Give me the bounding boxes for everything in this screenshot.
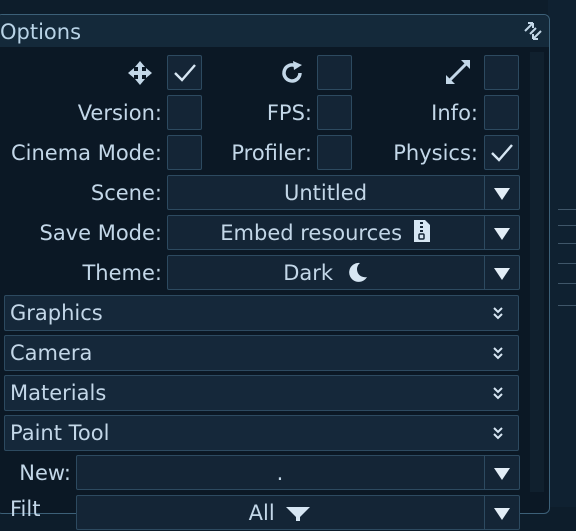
expand-toggle-checkbox[interactable] xyxy=(484,55,519,90)
cinema-mode-checkbox[interactable] xyxy=(167,135,202,170)
zip-file-icon xyxy=(413,220,430,242)
version-label: Version: xyxy=(77,101,162,125)
version-checkbox[interactable] xyxy=(167,95,202,130)
filter-funnel-icon xyxy=(286,507,311,521)
chevron-double-down-icon xyxy=(493,307,503,320)
theme-display: Dark xyxy=(168,256,483,291)
dropdown-arrow-icon xyxy=(484,256,519,289)
dropdown-arrow-icon xyxy=(484,456,519,489)
new-value: . xyxy=(276,461,284,485)
scene-dropdown[interactable]: Untitled xyxy=(167,175,520,210)
section-label: Graphics xyxy=(10,301,103,325)
panel-scrollbar[interactable] xyxy=(530,52,544,492)
filter-label: Filt xyxy=(10,497,41,521)
info-label: Info: xyxy=(431,101,478,125)
resize-diagonal-icon[interactable] xyxy=(521,19,545,43)
background-graph-lines xyxy=(558,205,576,325)
chevron-double-down-icon xyxy=(493,347,503,360)
section-label: Camera xyxy=(10,341,93,365)
chevron-double-down-icon xyxy=(493,427,503,440)
section-paint-tool[interactable]: Paint Tool xyxy=(4,415,519,451)
cinema-mode-label: Cinema Mode: xyxy=(10,141,162,165)
fps-checkbox[interactable] xyxy=(317,95,352,130)
physics-label: Physics: xyxy=(393,141,478,165)
checkmark-icon xyxy=(174,64,196,82)
panel-titlebar[interactable]: Options xyxy=(0,15,549,47)
filter-value: All xyxy=(248,501,275,525)
profiler-label: Profiler: xyxy=(231,141,312,165)
save-mode-value: Embed resources xyxy=(220,221,403,245)
physics-checkbox[interactable] xyxy=(484,135,519,170)
move-toggle-checkbox[interactable] xyxy=(167,55,202,90)
checkmark-icon xyxy=(491,144,513,162)
dropdown-arrow-icon xyxy=(484,216,519,249)
scene-value: Untitled xyxy=(283,181,368,205)
info-checkbox[interactable] xyxy=(484,95,519,130)
save-mode-dropdown[interactable]: Embed resources xyxy=(167,215,520,250)
new-dropdown[interactable]: . xyxy=(76,455,520,490)
save-mode-label: Save Mode: xyxy=(39,221,162,245)
theme-dropdown[interactable]: Dark xyxy=(167,255,520,290)
chevron-double-down-icon xyxy=(493,387,503,400)
scene-label: Scene: xyxy=(90,181,162,205)
moon-icon xyxy=(348,262,367,282)
fps-label: FPS: xyxy=(266,101,312,125)
move-arrows-icon xyxy=(128,61,152,85)
filter-display: All xyxy=(77,496,483,531)
filter-dropdown[interactable]: All xyxy=(76,495,520,530)
profiler-checkbox[interactable] xyxy=(317,135,352,170)
panel-title: Options xyxy=(0,20,82,44)
reset-toggle-checkbox[interactable] xyxy=(317,55,352,90)
save-mode-display: Embed resources xyxy=(168,216,483,251)
theme-value: Dark xyxy=(283,261,334,285)
theme-label: Theme: xyxy=(82,261,162,285)
expand-diagonal-icon xyxy=(446,60,470,84)
section-label: Materials xyxy=(10,381,107,405)
section-label: Paint Tool xyxy=(10,421,110,445)
dropdown-arrow-icon xyxy=(484,176,519,209)
dropdown-arrow-icon xyxy=(484,496,519,529)
section-graphics[interactable]: Graphics xyxy=(4,295,519,331)
rotate-reset-icon xyxy=(282,61,302,83)
section-materials[interactable]: Materials xyxy=(4,375,519,411)
section-camera[interactable]: Camera xyxy=(4,335,519,371)
new-label: New: xyxy=(19,461,71,485)
